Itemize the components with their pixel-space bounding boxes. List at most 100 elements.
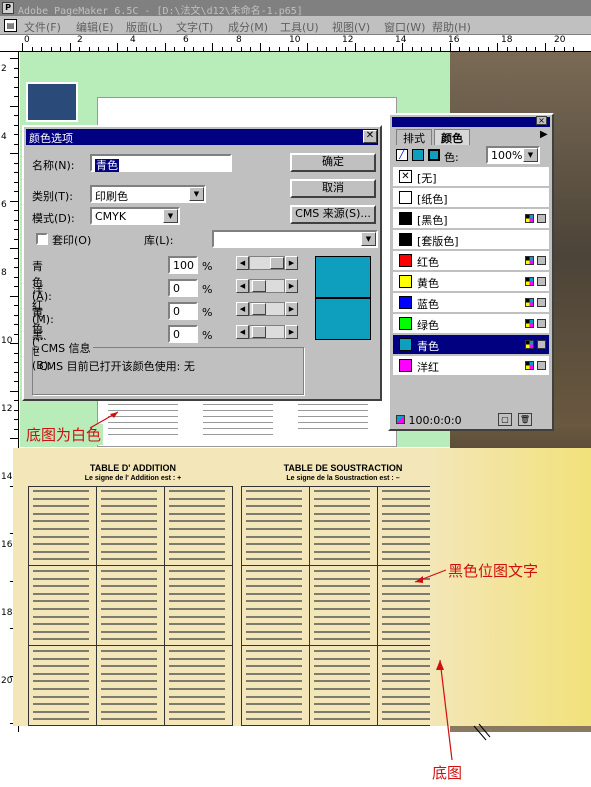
slider-left-arrow-icon[interactable]: ◀: [236, 256, 249, 270]
table-text-row: [101, 528, 157, 530]
slider-left-arrow-icon[interactable]: ◀: [236, 302, 249, 316]
color-list-item[interactable]: [套版色]: [393, 230, 549, 250]
ruler-tick: [14, 257, 19, 259]
table-text-row: [33, 710, 89, 713]
page-text-row: [108, 410, 178, 411]
type-dropdown[interactable]: 印刷色 ▼: [90, 185, 206, 203]
table-text-row: [246, 665, 302, 668]
color-name: 青色: [417, 340, 439, 353]
color-list-item[interactable]: 蓝色: [393, 293, 549, 313]
palette-status: 100:0:0:0: [396, 414, 462, 427]
slider-left-arrow-icon[interactable]: ◀: [236, 279, 249, 293]
table-text-row: [246, 608, 302, 610]
ruler-tick: [10, 390, 19, 392]
colors-palette[interactable]: × 排式 颜色 ▶ ╱ 色: 100% ▼ ✕ [无] [纸色] [黑色] [套版色] 红…: [388, 113, 554, 431]
stroke-icon[interactable]: ╱: [396, 149, 408, 161]
ruler-tick: [10, 295, 19, 297]
model-dropdown-arrow-icon[interactable]: ▼: [163, 209, 178, 223]
new-color-icon[interactable]: ▢: [498, 413, 512, 426]
tint-dropdown[interactable]: 100% ▼: [486, 146, 540, 164]
tint-dropdown-arrow-icon[interactable]: ▼: [523, 148, 538, 162]
type-dropdown-arrow-icon[interactable]: ▼: [189, 187, 204, 201]
fill-icon[interactable]: [412, 149, 424, 161]
color-list-item[interactable]: 红色: [393, 251, 549, 271]
slider-right-arrow-icon[interactable]: ▶: [285, 302, 298, 316]
slider-value: 0: [173, 305, 180, 318]
table-text-row: [101, 512, 157, 515]
cms-group-label: CMS 信息: [39, 340, 93, 356]
slider-thumb[interactable]: [252, 326, 266, 338]
table-text-row: [314, 615, 370, 618]
fill-and-stroke-icon[interactable]: [428, 149, 440, 161]
slider-thumb[interactable]: [252, 280, 266, 292]
slider-value-field[interactable]: 0: [168, 325, 198, 343]
table-text-row: [314, 512, 370, 515]
color-list-item[interactable]: ✕ [无]: [393, 167, 549, 187]
menu-element[interactable]: 成分(M): [228, 19, 268, 35]
close-icon[interactable]: ✕: [363, 130, 377, 143]
slider-value-field[interactable]: 0: [168, 302, 198, 320]
color-list-item[interactable]: 青色: [393, 335, 549, 355]
slider-thumb[interactable]: [252, 303, 266, 315]
trash-icon[interactable]: 🗑: [518, 413, 532, 426]
table-divider: [28, 645, 233, 646]
table-text-row: [246, 650, 302, 652]
palette-menu-arrow-icon[interactable]: ▶: [540, 129, 548, 140]
page-text-row: [203, 434, 273, 435]
slider-right-arrow-icon[interactable]: ▶: [285, 325, 298, 339]
ruler-number: 20: [554, 35, 566, 45]
name-field[interactable]: 青色: [90, 154, 232, 172]
menu-type[interactable]: 文字(T): [176, 19, 213, 35]
menu-view[interactable]: 视图(V): [332, 19, 370, 35]
ruler-number: 2: [77, 35, 83, 45]
model-dropdown[interactable]: CMYK ▼: [90, 207, 180, 225]
dialog-title-bar[interactable]: 颜色选项: [26, 129, 378, 145]
color-list-item[interactable]: 黄色: [393, 272, 549, 292]
tab-colors[interactable]: 颜色: [434, 129, 470, 145]
slider-right-arrow-icon[interactable]: ▶: [285, 256, 298, 270]
table-text-row: [314, 600, 370, 603]
table-text-row: [246, 543, 302, 546]
cancel-button[interactable]: 取消: [290, 179, 376, 198]
document-menu-icon[interactable]: ▤: [4, 19, 17, 32]
palette-title-bar[interactable]: [392, 117, 550, 127]
table-text-row: [33, 672, 89, 675]
menu-window[interactable]: 窗口(W): [384, 19, 425, 35]
color-list-item[interactable]: [黑色]: [393, 209, 549, 229]
slider-thumb[interactable]: [270, 257, 284, 269]
ok-button[interactable]: 确定: [290, 153, 376, 172]
table-text-row: [33, 688, 89, 690]
table-text-row: [314, 558, 370, 561]
ruler-tick: [354, 43, 356, 52]
slider-right-arrow-icon[interactable]: ▶: [285, 279, 298, 293]
ruler-tick: [14, 362, 19, 363]
tab-styles[interactable]: 排式: [396, 129, 432, 145]
color-list-item[interactable]: 洋红: [393, 356, 549, 376]
palette-close-icon[interactable]: ×: [536, 116, 547, 125]
color-name: 绿色: [417, 319, 439, 332]
library-dropdown[interactable]: ▼: [212, 230, 378, 248]
overprint-checkbox[interactable]: [36, 233, 48, 245]
cms-icon: [537, 214, 546, 223]
cms-source-button[interactable]: CMS 来源(S)...: [290, 205, 376, 224]
menu-file[interactable]: 文件(F): [24, 19, 61, 35]
slider-value-field[interactable]: 0: [168, 279, 198, 297]
color-list-item[interactable]: [纸色]: [393, 188, 549, 208]
slider-value-field[interactable]: 100: [168, 256, 198, 274]
slider-left-arrow-icon[interactable]: ◀: [236, 325, 249, 339]
color-list-item[interactable]: 绿色: [393, 314, 549, 334]
table-text-row: [33, 703, 89, 706]
menu-help[interactable]: 帮助(H): [432, 19, 471, 35]
library-dropdown-arrow-icon[interactable]: ▼: [361, 232, 376, 246]
page-text-row: [298, 410, 368, 411]
table-text-row: [169, 577, 225, 580]
table-text-row: [33, 535, 89, 538]
placed-image-thumbnail[interactable]: [26, 82, 78, 122]
menu-edit[interactable]: 编辑(E): [76, 19, 114, 35]
page-text-row: [203, 428, 273, 429]
color-swatch: [399, 212, 412, 225]
menu-utilities[interactable]: 工具(U): [280, 19, 319, 35]
horizontal-ruler[interactable]: 0 2 4 6 8 10 12 14 16 18 20: [0, 35, 591, 52]
menu-layout[interactable]: 版面(L): [126, 19, 163, 35]
table-text-row: [169, 512, 225, 515]
